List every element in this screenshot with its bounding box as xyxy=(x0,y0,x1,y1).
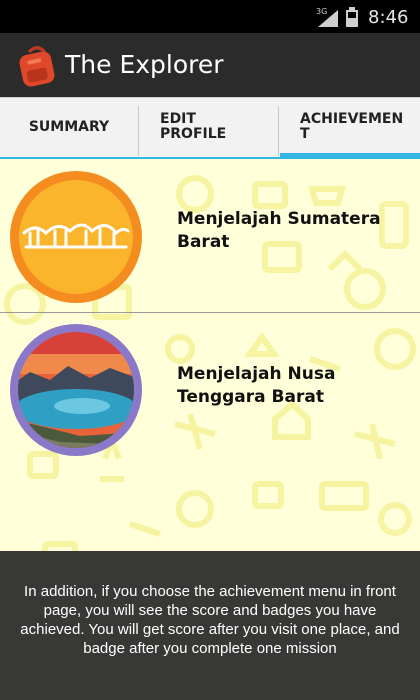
clock: 8:46 xyxy=(368,7,409,28)
tutorial-text: In addition, if you choose the achieveme… xyxy=(20,583,400,657)
tutorial-overlay[interactable]: In addition, if you choose the achieveme… xyxy=(0,551,420,700)
achievement-row[interactable]: Menjelajah Sumatera Barat xyxy=(0,161,420,313)
achievement-title: Menjelajah Sumatera Barat xyxy=(177,209,381,252)
tab-divider xyxy=(278,106,279,156)
action-bar: The Explorer xyxy=(0,33,420,97)
achievement-list[interactable]: Menjelajah Sumatera Barat Menjelajah Nus… xyxy=(0,159,420,551)
tab-summary-label: SUMMARY xyxy=(28,119,110,135)
battery-icon xyxy=(346,7,358,27)
tab-achievement[interactable]: ACHIEVEMENT xyxy=(280,98,420,156)
achievement-row[interactable]: Menjelajah Nusa Tenggara Barat xyxy=(0,314,420,466)
rumah-gadang-badge-icon xyxy=(10,171,142,303)
tab-divider xyxy=(138,106,139,156)
network-type-label: 3G xyxy=(316,7,327,16)
row-divider xyxy=(0,312,420,313)
app-title: The Explorer xyxy=(65,50,224,79)
status-bar: 3G 8:46 xyxy=(0,0,420,33)
tab-edit-profile[interactable]: EDIT PROFILE xyxy=(140,98,278,156)
rinjani-lake-badge-icon xyxy=(10,324,142,456)
tab-summary[interactable]: SUMMARY xyxy=(0,98,138,156)
tab-bar: SUMMARY EDIT PROFILE ACHIEVEMENT xyxy=(0,97,420,159)
signal-icon: 3G xyxy=(316,7,338,27)
backpack-icon[interactable] xyxy=(14,43,60,89)
tab-edit-profile-label: EDIT PROFILE xyxy=(160,111,227,142)
achievement-title: Menjelajah Nusa Tenggara Barat xyxy=(177,364,336,407)
tab-achievement-label: ACHIEVEMENT xyxy=(300,111,404,142)
